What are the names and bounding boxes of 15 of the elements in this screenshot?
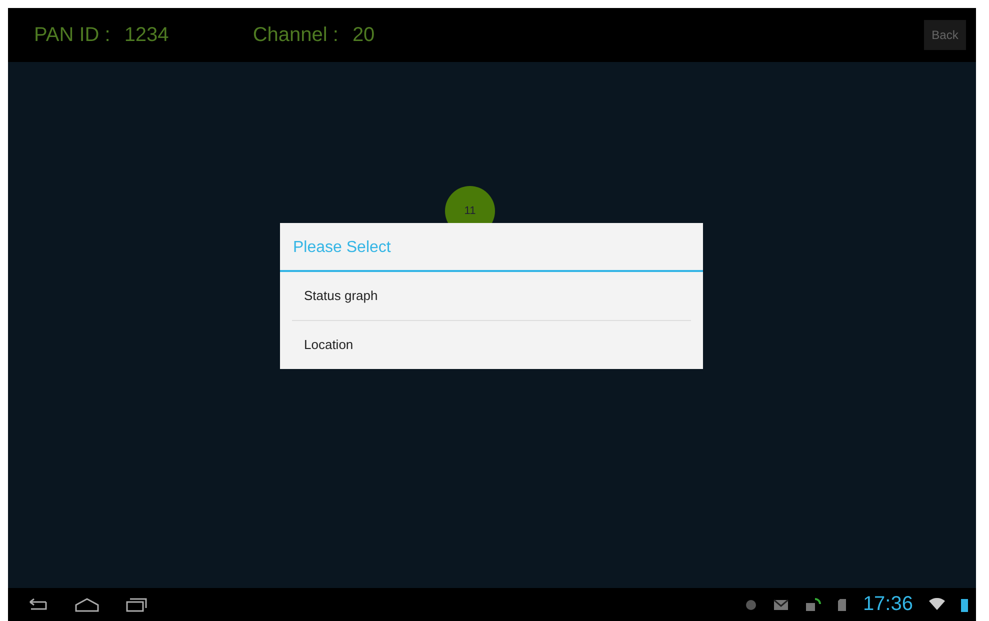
dialog-option[interactable]: Status graph bbox=[280, 272, 703, 320]
channel-label: Channel : bbox=[252, 24, 338, 46]
wifi-icon bbox=[929, 598, 945, 611]
home-icon[interactable] bbox=[74, 598, 100, 612]
channel-value: 20 bbox=[352, 24, 375, 46]
battery-icon bbox=[961, 598, 968, 612]
clock: 17:36 bbox=[862, 593, 913, 616]
mail-icon bbox=[772, 598, 789, 610]
dialog-option[interactable]: Location bbox=[280, 321, 703, 369]
pan-id-label: PAN ID : bbox=[34, 24, 110, 46]
notification-icon bbox=[744, 598, 757, 610]
dialog-title: Please Select bbox=[280, 223, 703, 272]
recent-apps-icon[interactable] bbox=[126, 598, 148, 612]
sd-card-icon bbox=[836, 598, 847, 612]
pan-id-value: 1234 bbox=[124, 24, 169, 46]
